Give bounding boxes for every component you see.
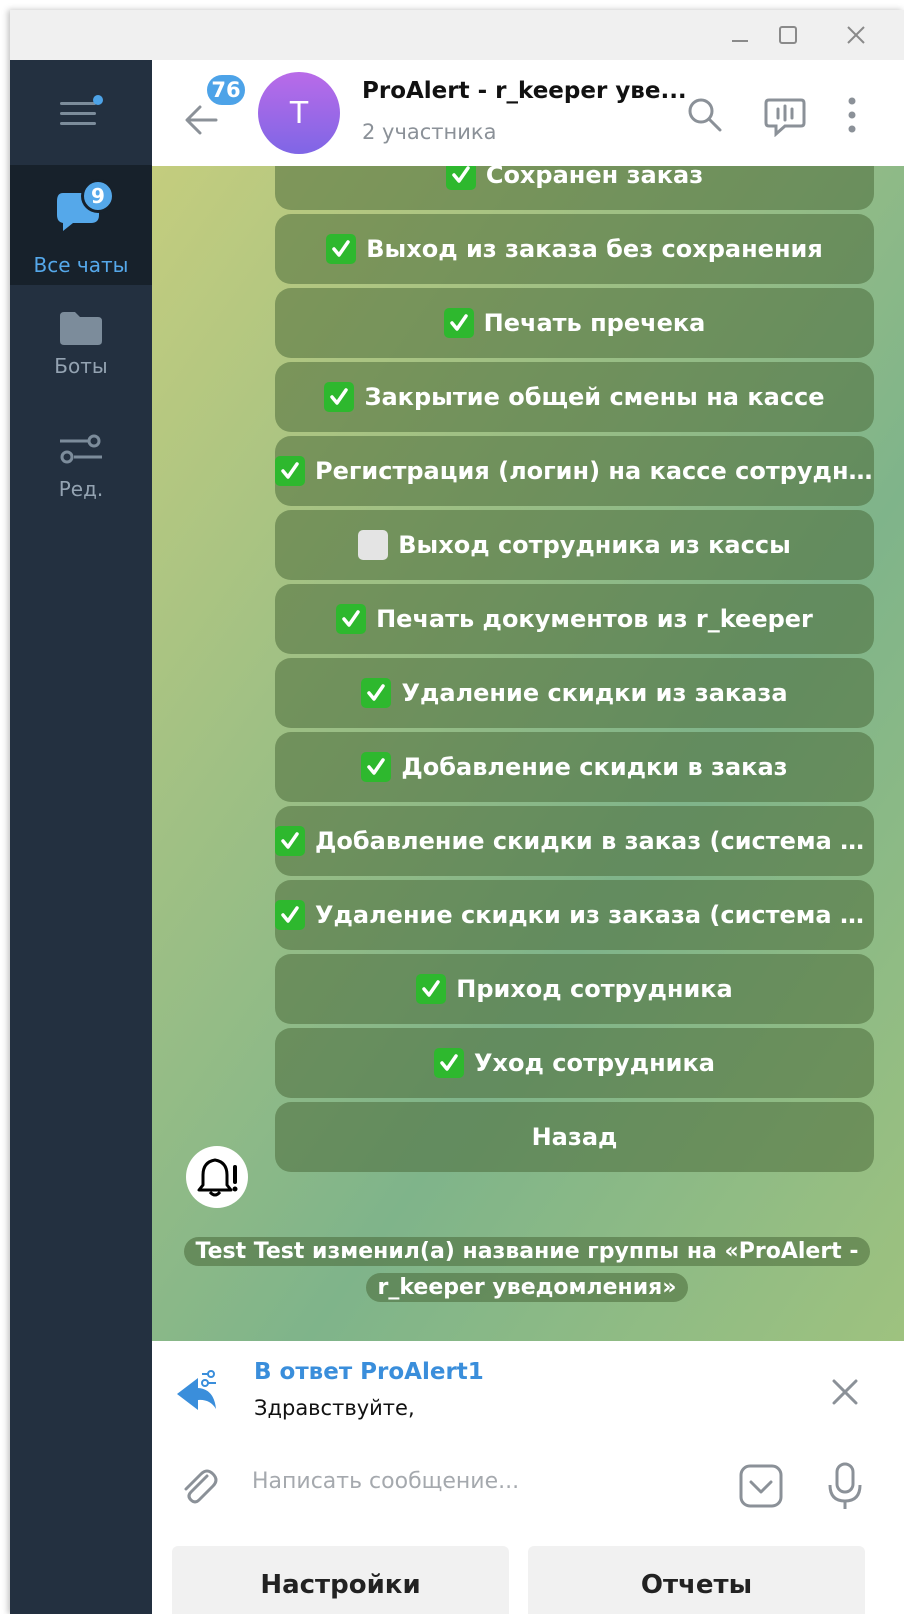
title-bar xyxy=(10,10,904,60)
unchecked-box-icon xyxy=(358,530,389,560)
paperclip-icon xyxy=(184,1469,218,1504)
telegram-window: 9 Все чаты Боты Ред. 76 T ProAlert - r_k… xyxy=(10,10,904,1614)
bot-keyboard-toggle[interactable] xyxy=(734,1459,788,1513)
inline-keyboard-button[interactable]: Приход сотрудника xyxy=(275,954,874,1024)
inline-keyboard-button[interactable]: Удаление скидки из заказа (система л... xyxy=(275,880,874,950)
inline-keyboard-button[interactable]: Удаление скидки из заказа xyxy=(275,658,874,728)
inline-keyboard-button[interactable]: Добавление скидки в заказ (система л... xyxy=(275,806,874,876)
inline-keyboard-button-label: Сохранен заказ xyxy=(485,166,704,189)
live-chat-button[interactable] xyxy=(760,90,810,140)
settings-button[interactable]: Настройки xyxy=(172,1546,509,1614)
reports-button[interactable]: Отчеты xyxy=(528,1546,865,1614)
checkmark-icon xyxy=(434,1048,465,1078)
message-composer: Написать сообщение... xyxy=(152,1441,904,1531)
inline-keyboard-button-label: Приход сотрудника xyxy=(456,975,733,1003)
service-message: Test Test изменил(а) название группы на … xyxy=(182,1234,872,1306)
inline-keyboard-button-label: Удаление скидки из заказа (система л... xyxy=(315,901,874,929)
reply-bar: В ответ ProAlert1 Здравствуйте, xyxy=(152,1341,904,1441)
inline-keyboard-button[interactable]: Выход сотрудника из кассы xyxy=(275,510,874,580)
inline-keyboard-button-label: Печать пречека xyxy=(483,309,706,337)
checkmark-icon xyxy=(416,974,447,1004)
folder-label: Ред. xyxy=(58,477,104,501)
message-input[interactable]: Написать сообщение... xyxy=(252,1469,712,1494)
folder-edit[interactable]: Ред. xyxy=(10,415,152,535)
voice-record-button[interactable] xyxy=(818,1459,872,1513)
inline-keyboard-button[interactable]: Печать документов из r_keeper xyxy=(275,584,874,654)
close-icon[interactable] xyxy=(832,10,880,60)
checkmark-icon xyxy=(361,678,392,708)
chats-icon: 9 xyxy=(41,173,121,245)
checkmark-icon xyxy=(275,456,305,486)
messages-area: Сохранен заказ Выход из заказа без сохран… xyxy=(152,166,904,1341)
inline-keyboard-button-label: Уход сотрудника xyxy=(474,1049,715,1077)
more-button[interactable] xyxy=(832,90,872,140)
reply-preview-text: Здравствуйте, xyxy=(254,1396,415,1420)
inline-keyboard-button-label: Закрытие общей смены на кассе xyxy=(364,383,825,411)
keyboard-toggle-icon xyxy=(739,1464,783,1508)
checkmark-icon xyxy=(336,604,367,634)
inline-keyboard-button[interactable]: Сохранен заказ xyxy=(275,166,874,210)
service-message-text: Test Test изменил(а) название группы на … xyxy=(183,1237,871,1302)
folder-icon xyxy=(60,312,102,345)
inline-keyboard-button[interactable]: Добавление скидки в заказ xyxy=(275,732,874,802)
inline-keyboard-button-label: Печать документов из r_keeper xyxy=(376,605,813,633)
bot-reply-keyboard: Настройки Отчеты xyxy=(152,1531,904,1614)
folder-label: Все чаты xyxy=(33,253,129,277)
unread-count-badge: 76 xyxy=(204,72,248,108)
microphone-icon xyxy=(828,1462,862,1509)
edit-filters-icon xyxy=(60,434,102,464)
bell-alert-icon xyxy=(197,1158,238,1197)
inline-keyboard-button[interactable]: Регистрация (логин) на кассе сотрудн... xyxy=(275,436,874,506)
menu-button[interactable] xyxy=(10,60,152,165)
maximize-icon[interactable] xyxy=(764,10,812,60)
inline-keyboard-button-label: Выход сотрудника из кассы xyxy=(398,531,791,559)
reply-title: В ответ ProAlert1 xyxy=(254,1359,484,1385)
folder-label: Боты xyxy=(54,354,108,378)
attach-button[interactable] xyxy=(172,1459,226,1513)
checkmark-icon xyxy=(275,900,305,930)
inline-keyboard-button[interactable]: Закрытие общей смены на кассе xyxy=(275,362,874,432)
checkmark-icon xyxy=(326,234,357,264)
reply-arrow-icon xyxy=(177,1370,216,1410)
inline-keyboard-button[interactable]: Назад xyxy=(275,1102,874,1172)
folders-sidebar: 9 Все чаты Боты Ред. xyxy=(10,60,152,1614)
chat-header: 76 T ProAlert - r_keeper уве... 2 участн… xyxy=(152,60,904,166)
chat-avatar[interactable]: T xyxy=(258,72,340,154)
checkmark-icon xyxy=(443,308,474,338)
checkmark-icon xyxy=(324,382,355,412)
cancel-reply-button[interactable] xyxy=(822,1369,868,1415)
inline-keyboard-button-label: Добавление скидки в заказ (система л... xyxy=(315,827,874,855)
more-icon xyxy=(848,97,856,133)
folder-bots[interactable]: Боты xyxy=(10,290,152,410)
checkmark-icon xyxy=(445,166,476,190)
inline-keyboard-button[interactable]: Выход из заказа без сохранения xyxy=(275,214,874,284)
search-button[interactable] xyxy=(680,90,730,140)
inline-keyboard-button-label: Регистрация (логин) на кассе сотрудн... xyxy=(315,457,874,485)
chat-title[interactable]: ProAlert - r_keeper уве... xyxy=(362,78,687,104)
inline-keyboard-button[interactable]: Печать пречека xyxy=(275,288,874,358)
close-icon xyxy=(832,1379,858,1405)
inline-keyboard-button[interactable]: Уход сотрудника xyxy=(275,1028,874,1098)
bot-avatar[interactable] xyxy=(186,1146,248,1208)
folder-all-chats[interactable]: 9 Все чаты xyxy=(10,165,152,285)
minimize-icon[interactable] xyxy=(716,10,764,60)
hamburger-menu-icon xyxy=(60,95,103,125)
inline-keyboard-button-label: Назад xyxy=(531,1123,618,1151)
inline-keyboard-button-label: Добавление скидки в заказ xyxy=(401,753,788,781)
checkmark-icon xyxy=(361,752,392,782)
inline-keyboard-button-label: Удаление скидки из заказа xyxy=(401,679,788,707)
live-chat-icon xyxy=(764,98,806,138)
inline-keyboard-button-label: Выход из заказа без сохранения xyxy=(366,235,823,263)
checkmark-icon xyxy=(275,826,305,856)
chat-members-count: 2 участника xyxy=(362,120,497,144)
search-icon xyxy=(688,98,722,132)
unread-badge: 9 xyxy=(81,179,115,213)
